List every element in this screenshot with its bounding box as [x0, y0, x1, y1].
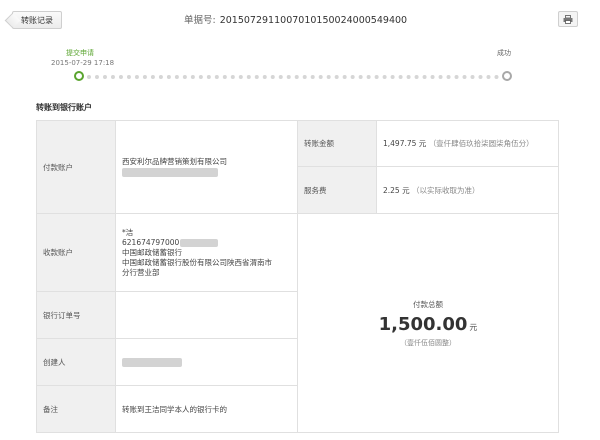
remark-label: 备注 [36, 385, 116, 433]
creator-value [115, 338, 298, 386]
transfer-detail-table: 付款账户 西安利尔品牌营销策划有限公司 转账金额 1,497.75 元 （壹仟肆… [36, 120, 559, 433]
payee-bank: 中国邮政储蓄银行 [122, 247, 182, 257]
payee-branch-line1: 中国邮政储蓄银行股份有限公司陕西省渭南市 [122, 257, 272, 267]
document-number: 单据号: 2015072911007010150024000549400 [184, 12, 407, 26]
document-number-value: 2015072911007010150024000549400 [219, 15, 408, 26]
payer-account-masked [122, 167, 218, 177]
back-button-label: 转账记录 [21, 15, 53, 25]
creator-masked [122, 357, 182, 367]
payee-branch-line2: 分行营业部 [122, 267, 160, 277]
payee-name: *洁 [122, 227, 134, 237]
print-button[interactable] [558, 11, 578, 27]
fee-note: （以实际收取为准） [411, 185, 480, 195]
payer-label: 付款账户 [36, 120, 116, 214]
total-value: 1,500.00 [378, 313, 468, 335]
creator-label: 创建人 [36, 338, 116, 386]
payee-value: *洁 621674797000 中国邮政储蓄银行 中国邮政储蓄银行股份有限公司陕… [115, 213, 298, 292]
step-submit-dot [74, 71, 84, 81]
top-bar: 转账记录 单据号: 2015072911007010150024000549400 [0, 0, 600, 38]
payer-value: 西安利尔品牌营销策划有限公司 [115, 120, 298, 214]
total-amount: 1,500.00 元 [304, 314, 552, 335]
transfer-records-back-button[interactable]: 转账记录 [12, 11, 62, 29]
amount-value-cell: 1,497.75 元 （壹仟肆佰玖拾柒圆柒角伍分） [376, 120, 559, 167]
amount-label: 转账金额 [297, 120, 377, 167]
total-unit: 元 [469, 322, 478, 332]
payee-label: 收款账户 [36, 213, 116, 292]
bank-order-label: 银行订单号 [36, 291, 116, 339]
payee-account: 621674797000 [122, 237, 180, 247]
printer-icon [563, 14, 573, 24]
step-success-dot [502, 71, 512, 81]
step-submit-label: 提交申请 [66, 49, 94, 57]
total-label: 付款总额 [413, 299, 443, 309]
total-payment-cell: 付款总额 1,500.00 元 （壹仟伍佰圆整） [297, 213, 559, 433]
amount-upper: （壹仟肆佰玖拾柒圆柒角伍分） [428, 139, 534, 148]
bank-order-value [115, 291, 298, 339]
document-number-label: 单据号: [184, 15, 216, 26]
step-submit-time: 2015-07-29 17:18 [51, 59, 115, 67]
progress-tracker: 提交申请 2015-07-29 17:18 成功 [0, 44, 600, 84]
amount-value: 1,497.75 元 [383, 139, 427, 148]
section-title: 转账到银行账户 [36, 103, 92, 112]
remark-value: 转账到王洁同学本人的银行卡的 [115, 385, 298, 433]
payer-company: 西安利尔品牌营销策划有限公司 [122, 157, 227, 166]
fee-value-cell: 2.25 元 （以实际收取为准） [376, 166, 559, 214]
total-upper: （壹仟伍佰圆整） [400, 338, 456, 347]
progress-track [79, 75, 507, 79]
fee-value: 2.25 元 [383, 185, 410, 195]
payee-account-masked [180, 238, 219, 247]
step-success-label: 成功 [497, 49, 511, 57]
fee-label: 服务费 [297, 166, 377, 214]
